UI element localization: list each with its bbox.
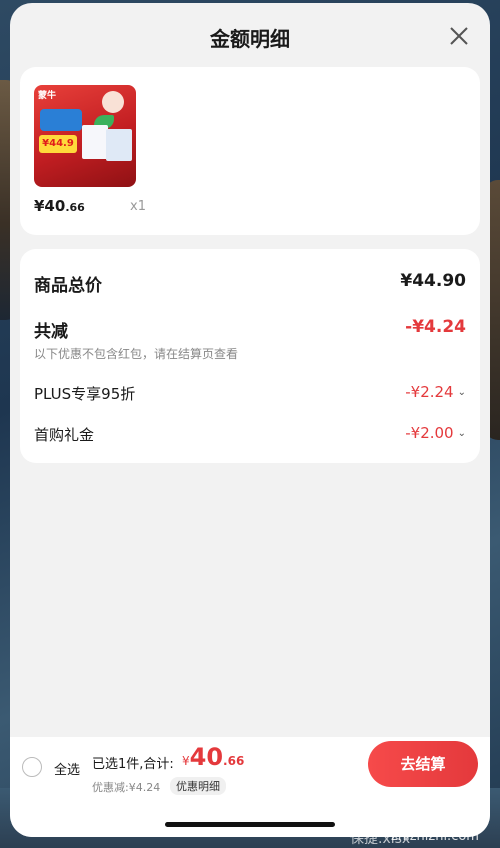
goods-total-label: 商品总价 — [34, 276, 102, 296]
total-int: 40 — [189, 743, 224, 771]
discount-amount: -¥2.00 — [405, 424, 454, 442]
product-image[interactable]: 蒙牛 ¥44.9 — [34, 85, 136, 187]
close-icon[interactable] — [446, 23, 472, 49]
product-brand: 蒙牛 — [38, 91, 57, 101]
total-amount: ¥40.66 — [182, 743, 244, 771]
watermark-logo: 值值值 — [383, 786, 488, 827]
discount-amount: -¥2.24 — [405, 383, 454, 401]
chevron-down-icon: ⌄ — [457, 428, 466, 439]
discount-value[interactable]: -¥2.00 ⌄ — [405, 424, 466, 442]
product-price-dec: .66 — [65, 201, 85, 214]
home-indicator[interactable] — [165, 822, 335, 827]
total-reduce-label: 共减 — [34, 322, 68, 342]
goods-total-value: ¥44.90 — [400, 271, 466, 291]
discount-detail-link[interactable]: 优惠明细 — [170, 777, 226, 795]
discount-label: PLUS专享95折 — [34, 385, 136, 403]
product-quantity: x1 — [130, 199, 146, 214]
milk-box — [82, 125, 108, 159]
check-badge-icon — [102, 91, 124, 113]
total-reduce-value: -¥4.24 — [405, 317, 466, 337]
select-all-label[interactable]: 全选 — [54, 759, 80, 778]
discount-summary: 优惠减:¥4.24 — [92, 781, 161, 794]
select-all-radio[interactable] — [22, 757, 42, 777]
discount-value[interactable]: -¥2.24 ⌄ — [405, 383, 466, 401]
product-price-int: ¥40 — [34, 197, 66, 215]
discount-note: 以下优惠不包含红包，请在结算页查看 — [34, 347, 239, 361]
sheet-title: 金额明细 — [210, 27, 290, 51]
total-currency: ¥ — [182, 754, 190, 768]
product-card: 蒙牛 ¥44.9 ¥40.66 x1 — [20, 67, 480, 235]
amount-detail-sheet: 金额明细 蒙牛 ¥44.9 ¥40.66 x1 商品总价 ¥44.90 共减 -… — [10, 3, 490, 837]
total-dec: .66 — [223, 754, 245, 768]
chevron-down-icon: ⌄ — [457, 387, 466, 398]
selected-count: 已选1件,合计: — [92, 757, 174, 772]
milk-box — [106, 129, 132, 161]
price-summary-card: 商品总价 ¥44.90 共减 -¥4.24 以下优惠不包含红包，请在结算页查看 … — [20, 249, 480, 463]
sheet-header: 金额明细 — [10, 3, 490, 67]
product-price: ¥40.66 — [34, 197, 85, 215]
discount-label: 首购礼金 — [34, 426, 95, 444]
promo-badge — [40, 109, 82, 131]
watermark-file: 保捷.xlsx — [350, 831, 411, 847]
image-price-tag: ¥44.9 — [39, 135, 77, 153]
